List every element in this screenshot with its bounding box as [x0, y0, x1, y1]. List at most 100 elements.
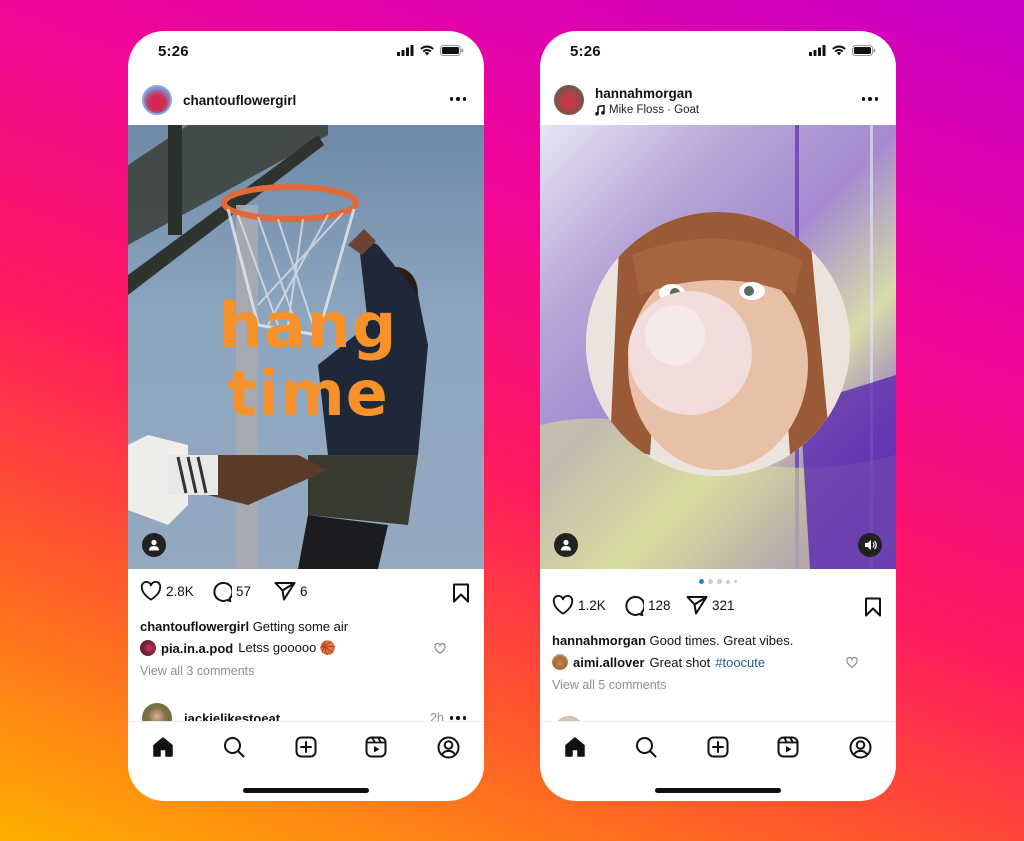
save-button[interactable] [864, 597, 882, 622]
signal-icon [397, 45, 414, 56]
share-button[interactable]: 6 [274, 581, 308, 601]
profile-icon [437, 736, 459, 758]
status-bar: 5:26 [540, 31, 896, 75]
bottom-tab-bar [540, 721, 896, 771]
share-count: 321 [712, 597, 735, 613]
dot [456, 716, 460, 720]
wifi-icon [420, 45, 434, 56]
caption-username[interactable]: hannahmorgan [552, 633, 646, 648]
comment-username[interactable]: aimi.allover [573, 655, 645, 670]
dot [874, 97, 878, 101]
save-button[interactable] [452, 583, 470, 608]
tab-search[interactable] [219, 732, 249, 762]
like-count: 2.8K [166, 583, 194, 599]
post-media[interactable] [540, 125, 896, 569]
comment-avatar[interactable] [552, 654, 568, 670]
comment-like-icon[interactable] [434, 642, 446, 654]
dot [861, 97, 865, 101]
home-icon [153, 737, 173, 757]
comment-icon [213, 581, 232, 602]
carousel-dot [717, 579, 722, 584]
person-icon [561, 539, 571, 551]
person-icon [149, 539, 159, 551]
comment-text: Letss gooooo 🏀 [238, 640, 337, 655]
tab-reels[interactable] [773, 732, 803, 762]
overlay-text-line-2: time [227, 357, 389, 430]
profile-icon [849, 736, 871, 758]
bookmark-icon [453, 583, 469, 603]
phone-feed-post-1: 5:26 chantouflowergirl hang time 2.8K 57… [128, 31, 484, 801]
comment-avatar[interactable] [140, 640, 156, 656]
caption-text: Getting some air [252, 619, 349, 634]
post-username[interactable]: hannahmorgan [595, 86, 693, 101]
view-all-comments-link[interactable]: View all 3 comments [140, 664, 472, 678]
home-indicator [243, 788, 369, 793]
view-all-comments-link[interactable]: View all 5 comments [552, 678, 884, 692]
carousel-dot [708, 579, 713, 584]
avatar[interactable] [142, 85, 172, 115]
reels-icon [365, 736, 387, 758]
avatar[interactable] [554, 85, 584, 115]
like-count: 1.2K [578, 597, 606, 613]
comment-text: Great shot [649, 654, 711, 670]
tagged-people-button[interactable] [142, 533, 166, 557]
comment-button[interactable]: 128 [622, 595, 671, 616]
comment-like-icon[interactable] [846, 656, 858, 668]
tab-home[interactable] [560, 732, 590, 762]
next-post-more-button[interactable] [449, 716, 466, 720]
share-button[interactable]: 321 [686, 595, 735, 615]
status-time: 5:26 [570, 43, 601, 60]
caption-username[interactable]: chantouflowergirl [140, 619, 249, 634]
dot [449, 97, 453, 101]
comment-preview: aimi.allover Great shot #toocute [552, 654, 884, 670]
plus-square-icon [295, 736, 317, 758]
search-icon [224, 737, 245, 758]
comment-count: 128 [648, 598, 671, 613]
comment-hashtag-link[interactable]: #toocute [715, 655, 765, 670]
status-bar: 5:26 [128, 31, 484, 75]
dot [462, 97, 466, 101]
more-options-button[interactable] [861, 97, 878, 101]
more-options-button[interactable] [449, 97, 466, 101]
tab-profile[interactable] [845, 732, 875, 762]
audio-track[interactable]: Mike Floss · Goat [595, 104, 699, 116]
battery-icon [852, 45, 876, 56]
comment-preview: pia.in.a.pod Letss gooooo 🏀 [140, 640, 472, 656]
tab-search[interactable] [631, 732, 661, 762]
home-indicator [655, 788, 781, 793]
tab-home[interactable] [148, 732, 178, 762]
dot [449, 716, 453, 720]
post-actions: 2.8K 57 6 [128, 581, 484, 611]
like-button[interactable]: 2.8K [140, 581, 194, 601]
comment-icon [625, 595, 644, 616]
post-actions: 1.2K 128 321 [540, 595, 896, 625]
tab-reels[interactable] [361, 732, 391, 762]
signal-icon [809, 45, 826, 56]
post-header: chantouflowergirl [128, 83, 484, 125]
comment-count: 57 [236, 584, 252, 599]
dot [868, 97, 872, 101]
comment-button[interactable]: 57 [210, 581, 251, 602]
plus-square-icon [707, 736, 729, 758]
wifi-icon [832, 45, 846, 56]
post-media[interactable]: hang time [128, 125, 484, 569]
like-button[interactable]: 1.2K [552, 595, 606, 615]
status-time: 5:26 [158, 43, 189, 60]
bottom-tab-bar [128, 721, 484, 771]
share-count: 6 [300, 583, 308, 599]
tab-create[interactable] [703, 732, 733, 762]
music-note-icon [595, 104, 605, 116]
tab-create[interactable] [291, 732, 321, 762]
mute-toggle-button[interactable] [858, 533, 882, 557]
audio-track-label: Mike Floss · Goat [609, 104, 700, 116]
post-username[interactable]: chantouflowergirl [183, 93, 296, 108]
caption-text: Good times. Great vibes. [649, 633, 794, 648]
heart-icon [140, 581, 162, 601]
phone-feed-post-2: 5:26 hannahmorgan Mike Floss · Goat 1.2K… [540, 31, 896, 801]
tagged-people-button[interactable] [554, 533, 578, 557]
dot [456, 97, 460, 101]
tab-profile[interactable] [433, 732, 463, 762]
carousel-indicator [540, 579, 896, 584]
comment-username[interactable]: pia.in.a.pod [161, 641, 233, 656]
heart-icon [552, 595, 574, 615]
